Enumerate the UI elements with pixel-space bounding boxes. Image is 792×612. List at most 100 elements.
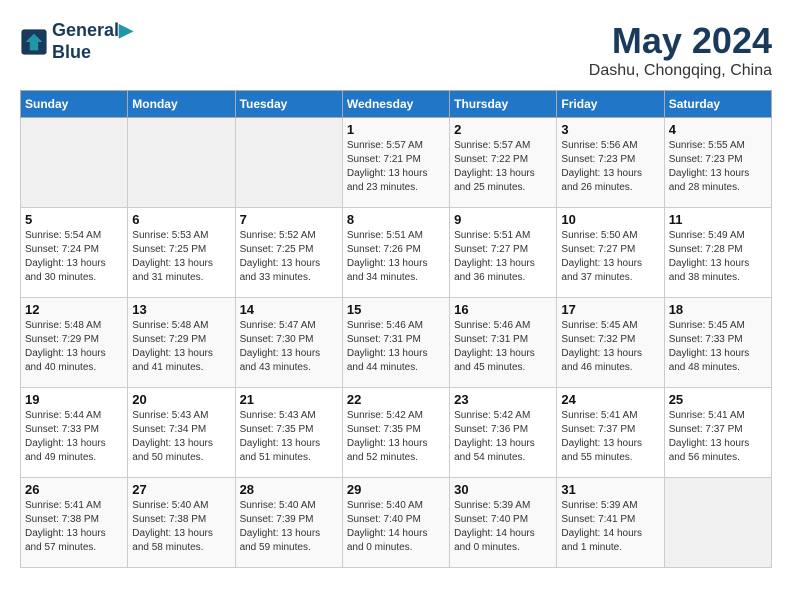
day-cell: 18 Sunrise: 5:45 AM Sunset: 7:33 PM Dayli… bbox=[664, 298, 771, 388]
day-number: 29 bbox=[347, 482, 445, 497]
day-number: 26 bbox=[25, 482, 123, 497]
day-info: Sunrise: 5:40 AM Sunset: 7:40 PM Dayligh… bbox=[347, 499, 445, 555]
day-cell: 19 Sunrise: 5:44 AM Sunset: 7:33 PM Dayli… bbox=[21, 388, 128, 478]
day-number: 28 bbox=[240, 482, 338, 497]
weekday-header-saturday: Saturday bbox=[664, 91, 771, 118]
day-number: 27 bbox=[132, 482, 230, 497]
day-number: 16 bbox=[454, 302, 552, 317]
day-cell bbox=[21, 118, 128, 208]
weekday-header-friday: Friday bbox=[557, 91, 664, 118]
day-number: 19 bbox=[25, 392, 123, 407]
day-info: Sunrise: 5:46 AM Sunset: 7:31 PM Dayligh… bbox=[454, 319, 552, 375]
day-cell: 1Sunrise: 5:57 AM Sunset: 7:21 PM Daylig… bbox=[342, 118, 449, 208]
day-number: 24 bbox=[561, 392, 659, 407]
day-info: Sunrise: 5:49 AM Sunset: 7:28 PM Dayligh… bbox=[669, 229, 767, 285]
day-info: Sunrise: 5:52 AM Sunset: 7:25 PM Dayligh… bbox=[240, 229, 338, 285]
day-number: 10 bbox=[561, 212, 659, 227]
day-number: 1 bbox=[347, 122, 445, 137]
week-row-5: 26 Sunrise: 5:41 AM Sunset: 7:38 PM Dayli… bbox=[21, 478, 772, 568]
day-info: Sunrise: 5:47 AM Sunset: 7:30 PM Dayligh… bbox=[240, 319, 338, 375]
day-cell bbox=[128, 118, 235, 208]
day-info: Sunrise: 5:44 AM Sunset: 7:33 PM Dayligh… bbox=[25, 409, 123, 465]
day-cell: 27 Sunrise: 5:40 AM Sunset: 7:38 PM Dayli… bbox=[128, 478, 235, 568]
day-cell: 28 Sunrise: 5:40 AM Sunset: 7:39 PM Dayli… bbox=[235, 478, 342, 568]
day-cell: 12 Sunrise: 5:48 AM Sunset: 7:29 PM Dayli… bbox=[21, 298, 128, 388]
day-number: 17 bbox=[561, 302, 659, 317]
day-number: 6 bbox=[132, 212, 230, 227]
day-number: 18 bbox=[669, 302, 767, 317]
day-cell: 3Sunrise: 5:56 AM Sunset: 7:23 PM Daylig… bbox=[557, 118, 664, 208]
day-number: 4 bbox=[669, 122, 767, 137]
day-number: 5 bbox=[25, 212, 123, 227]
logo-text: General▶ Blue bbox=[52, 20, 133, 63]
day-number: 12 bbox=[25, 302, 123, 317]
calendar-title: May 2024 bbox=[589, 20, 772, 62]
weekday-header-thursday: Thursday bbox=[450, 91, 557, 118]
week-row-2: 5Sunrise: 5:54 AM Sunset: 7:24 PM Daylig… bbox=[21, 208, 772, 298]
day-cell: 16 Sunrise: 5:46 AM Sunset: 7:31 PM Dayli… bbox=[450, 298, 557, 388]
day-number: 21 bbox=[240, 392, 338, 407]
day-cell: 21 Sunrise: 5:43 AM Sunset: 7:35 PM Dayli… bbox=[235, 388, 342, 478]
logo: General▶ Blue bbox=[20, 20, 133, 63]
day-info: Sunrise: 5:41 AM Sunset: 7:38 PM Dayligh… bbox=[25, 499, 123, 555]
weekday-header-sunday: Sunday bbox=[21, 91, 128, 118]
day-cell: 11 Sunrise: 5:49 AM Sunset: 7:28 PM Dayli… bbox=[664, 208, 771, 298]
week-row-4: 19 Sunrise: 5:44 AM Sunset: 7:33 PM Dayli… bbox=[21, 388, 772, 478]
week-row-3: 12 Sunrise: 5:48 AM Sunset: 7:29 PM Dayli… bbox=[21, 298, 772, 388]
day-info: Sunrise: 5:53 AM Sunset: 7:25 PM Dayligh… bbox=[132, 229, 230, 285]
day-cell: 10Sunrise: 5:50 AM Sunset: 7:27 PM Dayli… bbox=[557, 208, 664, 298]
day-cell: 23 Sunrise: 5:42 AM Sunset: 7:36 PM Dayli… bbox=[450, 388, 557, 478]
weekday-header-tuesday: Tuesday bbox=[235, 91, 342, 118]
day-info: Sunrise: 5:42 AM Sunset: 7:35 PM Dayligh… bbox=[347, 409, 445, 465]
day-number: 3 bbox=[561, 122, 659, 137]
day-cell: 13 Sunrise: 5:48 AM Sunset: 7:29 PM Dayli… bbox=[128, 298, 235, 388]
day-info: Sunrise: 5:51 AM Sunset: 7:26 PM Dayligh… bbox=[347, 229, 445, 285]
day-info: Sunrise: 5:45 AM Sunset: 7:33 PM Dayligh… bbox=[669, 319, 767, 375]
day-cell: 24Sunrise: 5:41 AM Sunset: 7:37 PM Dayli… bbox=[557, 388, 664, 478]
day-cell: 22 Sunrise: 5:42 AM Sunset: 7:35 PM Dayli… bbox=[342, 388, 449, 478]
day-cell: 20 Sunrise: 5:43 AM Sunset: 7:34 PM Dayli… bbox=[128, 388, 235, 478]
day-cell: 29 Sunrise: 5:40 AM Sunset: 7:40 PM Dayli… bbox=[342, 478, 449, 568]
day-number: 2 bbox=[454, 122, 552, 137]
day-cell: 5Sunrise: 5:54 AM Sunset: 7:24 PM Daylig… bbox=[21, 208, 128, 298]
day-number: 30 bbox=[454, 482, 552, 497]
day-number: 15 bbox=[347, 302, 445, 317]
calendar-location: Dashu, Chongqing, China bbox=[589, 62, 772, 80]
day-number: 7 bbox=[240, 212, 338, 227]
day-number: 14 bbox=[240, 302, 338, 317]
day-info: Sunrise: 5:43 AM Sunset: 7:34 PM Dayligh… bbox=[132, 409, 230, 465]
day-number: 13 bbox=[132, 302, 230, 317]
day-info: Sunrise: 5:39 AM Sunset: 7:40 PM Dayligh… bbox=[454, 499, 552, 555]
day-info: Sunrise: 5:42 AM Sunset: 7:36 PM Dayligh… bbox=[454, 409, 552, 465]
day-info: Sunrise: 5:41 AM Sunset: 7:37 PM Dayligh… bbox=[669, 409, 767, 465]
day-info: Sunrise: 5:57 AM Sunset: 7:22 PM Dayligh… bbox=[454, 139, 552, 195]
day-info: Sunrise: 5:40 AM Sunset: 7:39 PM Dayligh… bbox=[240, 499, 338, 555]
day-info: Sunrise: 5:40 AM Sunset: 7:38 PM Dayligh… bbox=[132, 499, 230, 555]
weekday-header-wednesday: Wednesday bbox=[342, 91, 449, 118]
day-number: 20 bbox=[132, 392, 230, 407]
day-cell: 31 Sunrise: 5:39 AM Sunset: 7:41 PM Dayli… bbox=[557, 478, 664, 568]
day-info: Sunrise: 5:48 AM Sunset: 7:29 PM Dayligh… bbox=[132, 319, 230, 375]
day-number: 23 bbox=[454, 392, 552, 407]
title-block: May 2024 Dashu, Chongqing, China bbox=[589, 20, 772, 80]
day-cell: 15 Sunrise: 5:46 AM Sunset: 7:31 PM Dayli… bbox=[342, 298, 449, 388]
day-number: 31 bbox=[561, 482, 659, 497]
day-info: Sunrise: 5:43 AM Sunset: 7:35 PM Dayligh… bbox=[240, 409, 338, 465]
day-number: 22 bbox=[347, 392, 445, 407]
day-info: Sunrise: 5:39 AM Sunset: 7:41 PM Dayligh… bbox=[561, 499, 659, 555]
day-cell bbox=[235, 118, 342, 208]
day-number: 8 bbox=[347, 212, 445, 227]
day-cell: 7 Sunrise: 5:52 AM Sunset: 7:25 PM Daylig… bbox=[235, 208, 342, 298]
day-info: Sunrise: 5:55 AM Sunset: 7:23 PM Dayligh… bbox=[669, 139, 767, 195]
day-info: Sunrise: 5:48 AM Sunset: 7:29 PM Dayligh… bbox=[25, 319, 123, 375]
day-number: 11 bbox=[669, 212, 767, 227]
day-cell: 26 Sunrise: 5:41 AM Sunset: 7:38 PM Dayli… bbox=[21, 478, 128, 568]
day-info: Sunrise: 5:46 AM Sunset: 7:31 PM Dayligh… bbox=[347, 319, 445, 375]
page-header: General▶ Blue May 2024 Dashu, Chongqing,… bbox=[20, 20, 772, 80]
weekday-header-monday: Monday bbox=[128, 91, 235, 118]
day-number: 9 bbox=[454, 212, 552, 227]
day-cell: 30 Sunrise: 5:39 AM Sunset: 7:40 PM Dayli… bbox=[450, 478, 557, 568]
day-cell: 17Sunrise: 5:45 AM Sunset: 7:32 PM Dayli… bbox=[557, 298, 664, 388]
week-row-1: 1Sunrise: 5:57 AM Sunset: 7:21 PM Daylig… bbox=[21, 118, 772, 208]
logo-icon bbox=[20, 28, 48, 56]
